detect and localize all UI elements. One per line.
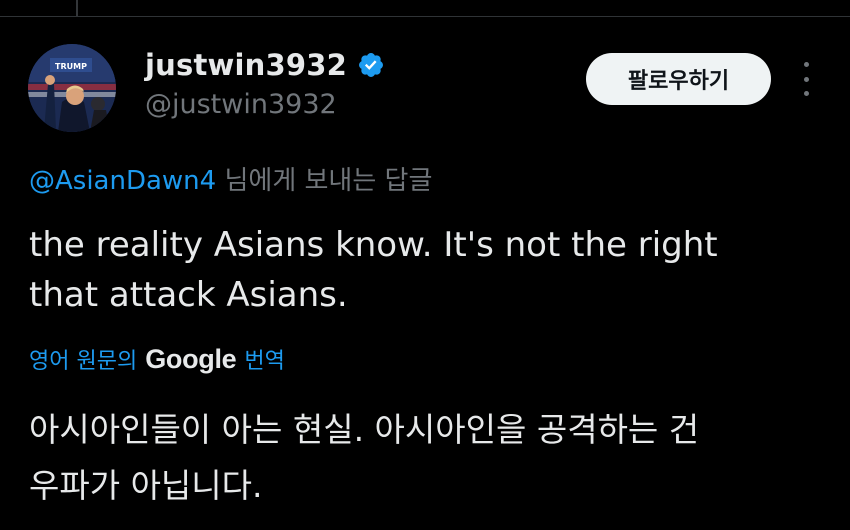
more-dot bbox=[803, 76, 809, 82]
tweet-text-line: the reality Asians know. It's not the ri… bbox=[29, 225, 718, 265]
translated-text-line: 우파가 아닙니다. bbox=[29, 466, 263, 505]
author-name-row[interactable]: justwin3932 bbox=[145, 48, 385, 82]
svg-text:TRUMP: TRUMP bbox=[55, 62, 87, 71]
tweet-text-line: that attack Asians. bbox=[29, 275, 348, 315]
verified-badge-icon bbox=[359, 53, 383, 77]
translation-attribution[interactable]: 영어 원문의 Google 번역 bbox=[29, 343, 285, 375]
avatar[interactable]: TRUMP bbox=[28, 44, 116, 132]
reply-context: @AsianDawn4 님에게 보내는 답글 bbox=[29, 160, 432, 197]
top-divider bbox=[0, 16, 850, 17]
translated-text-line: 아시아인들이 아는 현실. 아시아인을 공격하는 건 bbox=[29, 410, 700, 449]
translation-prefix: 영어 원문의 bbox=[29, 349, 138, 374]
more-dot bbox=[803, 62, 809, 67]
tweet-text: the reality Asians know. It's not the ri… bbox=[29, 220, 829, 320]
more-options-icon[interactable] bbox=[792, 62, 820, 96]
reply-context-label: 님에게 보내는 답글 bbox=[216, 166, 433, 196]
author-display-name[interactable]: justwin3932 bbox=[145, 48, 347, 82]
avatar-image: TRUMP bbox=[28, 44, 116, 132]
reply-mention-link[interactable]: @AsianDawn4 bbox=[29, 166, 216, 196]
thread-connector-line bbox=[76, 0, 78, 16]
translated-text: 아시아인들이 아는 현실. 아시아인을 공격하는 건 우파가 아닙니다. bbox=[29, 402, 829, 514]
translation-suffix: 번역 bbox=[244, 349, 285, 374]
google-logo: Google bbox=[145, 343, 237, 374]
author-handle[interactable]: @justwin3932 bbox=[145, 89, 337, 120]
follow-button[interactable]: 팔로우하기 bbox=[586, 53, 771, 105]
more-dot bbox=[803, 91, 809, 96]
